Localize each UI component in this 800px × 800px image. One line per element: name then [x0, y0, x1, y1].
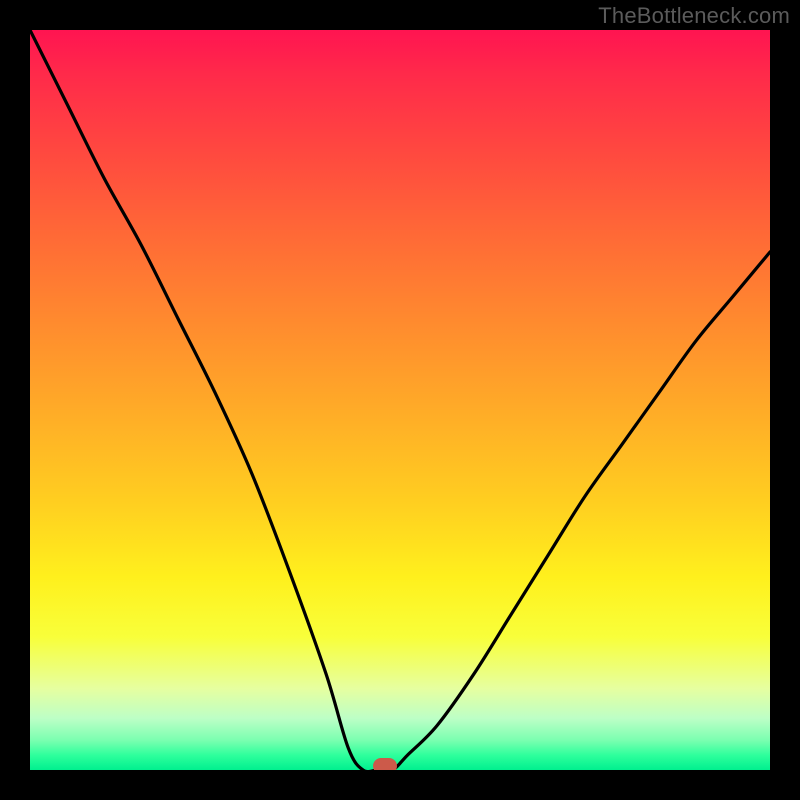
chart-frame: TheBottleneck.com	[0, 0, 800, 800]
watermark-text: TheBottleneck.com	[598, 3, 790, 29]
bottleneck-curve	[30, 30, 770, 770]
plot-area	[30, 30, 770, 770]
optimal-marker	[373, 758, 397, 770]
